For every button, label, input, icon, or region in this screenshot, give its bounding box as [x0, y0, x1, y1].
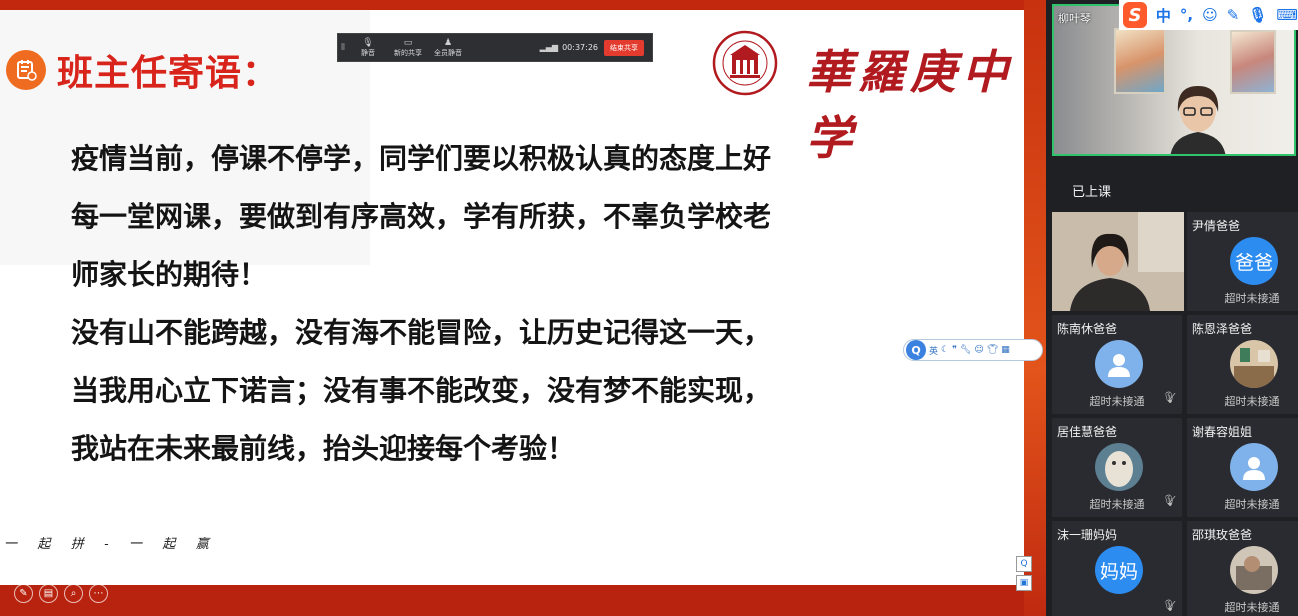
ime-status-bar: S 中 °, ☺ ✎ 🎙︎ ⌨	[1119, 0, 1298, 30]
section-label: 已上课	[1072, 185, 1112, 200]
default-avatar-icon	[1095, 340, 1143, 388]
slide-slogan: 一 起 拼 - 一 起 赢	[4, 537, 211, 552]
slide-body: 疫情当前，停课不停学，同学们要以积极认真的态度上好 每一堂网课，要做到有序高效，…	[71, 130, 931, 478]
avatar	[1095, 443, 1143, 491]
slide-toolbar: ✎ ▤ ⌕ ⋯	[14, 584, 108, 604]
avatar: 妈妈	[1095, 546, 1143, 594]
ime-logo-icon[interactable]: Q	[906, 340, 926, 360]
school-emblem-icon	[712, 30, 778, 96]
emoji-icon[interactable]: ☺	[1202, 6, 1218, 24]
image-icon[interactable]: ▣	[1016, 575, 1032, 591]
new-share-label: 新的共享	[394, 48, 422, 57]
quote-icon[interactable]: ❞	[952, 345, 957, 355]
body-line: 当我用心立下诺言；没有事不能改变，没有梦不能实现，	[71, 374, 772, 407]
keyboard-icon[interactable]: ⌨	[1276, 6, 1298, 24]
participant-tile[interactable]: 居佳慧爸爸 超时未接通 🎙︎̸	[1052, 418, 1182, 517]
slide-corner-tools: Q ▣	[1016, 556, 1032, 591]
new-share-button[interactable]: ▭ 新的共享	[388, 38, 428, 58]
mic-icon[interactable]: 🎙︎	[1248, 6, 1267, 24]
body-line: 师家长的期待！	[71, 258, 268, 291]
ime-punct-toggle[interactable]: °,	[1180, 6, 1193, 24]
mute-label: 静音	[361, 48, 375, 57]
shirt-icon[interactable]: 👕︎	[987, 345, 998, 355]
participant-panel: 柳叶琴 已上课 尹倩爸爸 爸爸 超时未接通 陈南休爸爸 超时未接通 🎙︎̸ 陈恩…	[1046, 0, 1298, 616]
participant-video[interactable]	[1052, 212, 1184, 311]
pen-icon[interactable]: ✎	[1227, 6, 1240, 24]
slide-title: 班主任寄语：	[57, 53, 280, 94]
shared-slide: 班主任寄语： 華羅庚中学 疫情当前，停课不停学，同学们要以积极认真的态度上好 每…	[0, 0, 1046, 616]
pages-icon[interactable]: ▤	[39, 584, 58, 603]
participant-status: 超时未接通	[1224, 498, 1280, 511]
search-icon[interactable]: Q	[1016, 556, 1032, 572]
mic-off-icon: 🎙︎̸	[1162, 391, 1176, 404]
body-line: 疫情当前，停课不停学，同学们要以积极认真的态度上好	[71, 142, 772, 175]
grid-icon[interactable]: ▦	[1001, 345, 1010, 355]
avatar	[1230, 546, 1278, 594]
wrench-icon[interactable]: 🔧︎	[960, 345, 971, 355]
participant-name: 沫一珊妈妈	[1057, 528, 1118, 542]
participant-name: 居佳慧爸爸	[1057, 425, 1118, 439]
teacher-person	[1170, 86, 1226, 154]
avatar: 爸爸	[1230, 237, 1278, 285]
signal-icon: ▂▄▆	[539, 43, 559, 52]
participant-tile[interactable]: 尹倩爸爸 爸爸 超时未接通	[1187, 212, 1298, 311]
default-avatar-icon	[1230, 443, 1278, 491]
participant-name: 邵琪玫爸爸	[1192, 528, 1253, 542]
meeting-timer: 00:37:26	[562, 43, 598, 52]
mic-icon: 🎙︎	[362, 37, 374, 48]
body-line: 我站在未来最前线，抬头迎接每个考验！	[71, 432, 576, 465]
pen-icon[interactable]: ✎	[14, 584, 33, 603]
avatar	[1230, 340, 1278, 388]
participant-status: 超时未接通	[1224, 292, 1280, 305]
moon-icon[interactable]: ☾	[941, 345, 949, 355]
participant-name: 尹倩爸爸	[1192, 219, 1241, 233]
notepad-icon	[6, 50, 46, 90]
screen-share-icon: ▭	[403, 37, 413, 48]
sogou-logo-icon[interactable]: S	[1123, 2, 1147, 28]
mic-off-icon: 🎙︎̸	[1162, 599, 1176, 612]
mute-all-button[interactable]: ♟︎ 全员静音	[428, 38, 468, 58]
slide-top-border	[0, 0, 1046, 10]
participant-status: 超时未接通	[1224, 601, 1280, 614]
member-icon: ♟︎	[443, 37, 453, 48]
participant-name: 陈南休爸爸	[1057, 322, 1118, 336]
smile-icon[interactable]: ☺	[974, 345, 983, 355]
end-share-button[interactable]: 结束共享	[604, 39, 644, 56]
body-line: 没有山不能跨越，没有海不能冒险，让历史记得这一天，	[71, 316, 772, 349]
participant-person	[1052, 212, 1184, 311]
more-icon[interactable]: ⋯	[89, 584, 108, 603]
mute-all-label: 全员静音	[434, 48, 462, 57]
body-line: 每一堂网课，要做到有序高效，学有所获，不辜负学校老	[71, 200, 772, 233]
painting-right	[1230, 30, 1276, 94]
drag-handle-icon[interactable]: ⦀	[338, 43, 348, 53]
mute-button[interactable]: 🎙︎ 静音	[348, 38, 388, 58]
ime-mode-toggle[interactable]: 中	[1156, 5, 1171, 26]
participant-tile[interactable]: 谢春容姐姐 超时未接通	[1187, 418, 1298, 517]
ime-floating-toolbar: Q 英 ☾ ❞ 🔧︎ ☺ 👕︎ ▦	[903, 339, 1043, 361]
participant-tile[interactable]: 沫一珊妈妈 妈妈 🎙︎̸	[1052, 521, 1182, 616]
ime-lang-toggle[interactable]: 英	[929, 344, 938, 357]
participant-status: 超时未接通	[1224, 395, 1280, 408]
zoom-icon[interactable]: ⌕	[64, 584, 83, 603]
mic-off-icon: 🎙︎̸	[1162, 494, 1176, 507]
participant-name: 谢春容姐姐	[1192, 425, 1253, 439]
participant-name: 陈恩泽爸爸	[1192, 322, 1253, 336]
painting-left	[1114, 28, 1166, 94]
teacher-name: 柳叶琴	[1058, 12, 1091, 25]
meeting-control-bar: ⦀ 🎙︎ 静音 ▭ 新的共享 ♟︎ 全员静音 ▂▄▆ 00:37:26 结束共享	[337, 33, 653, 62]
participant-tile[interactable]: 陈南休爸爸 超时未接通 🎙︎̸	[1052, 315, 1182, 414]
participant-tile[interactable]: 邵琪玫爸爸 超时未接通	[1187, 521, 1298, 616]
participant-tile[interactable]: 陈恩泽爸爸 超时未接通	[1187, 315, 1298, 414]
